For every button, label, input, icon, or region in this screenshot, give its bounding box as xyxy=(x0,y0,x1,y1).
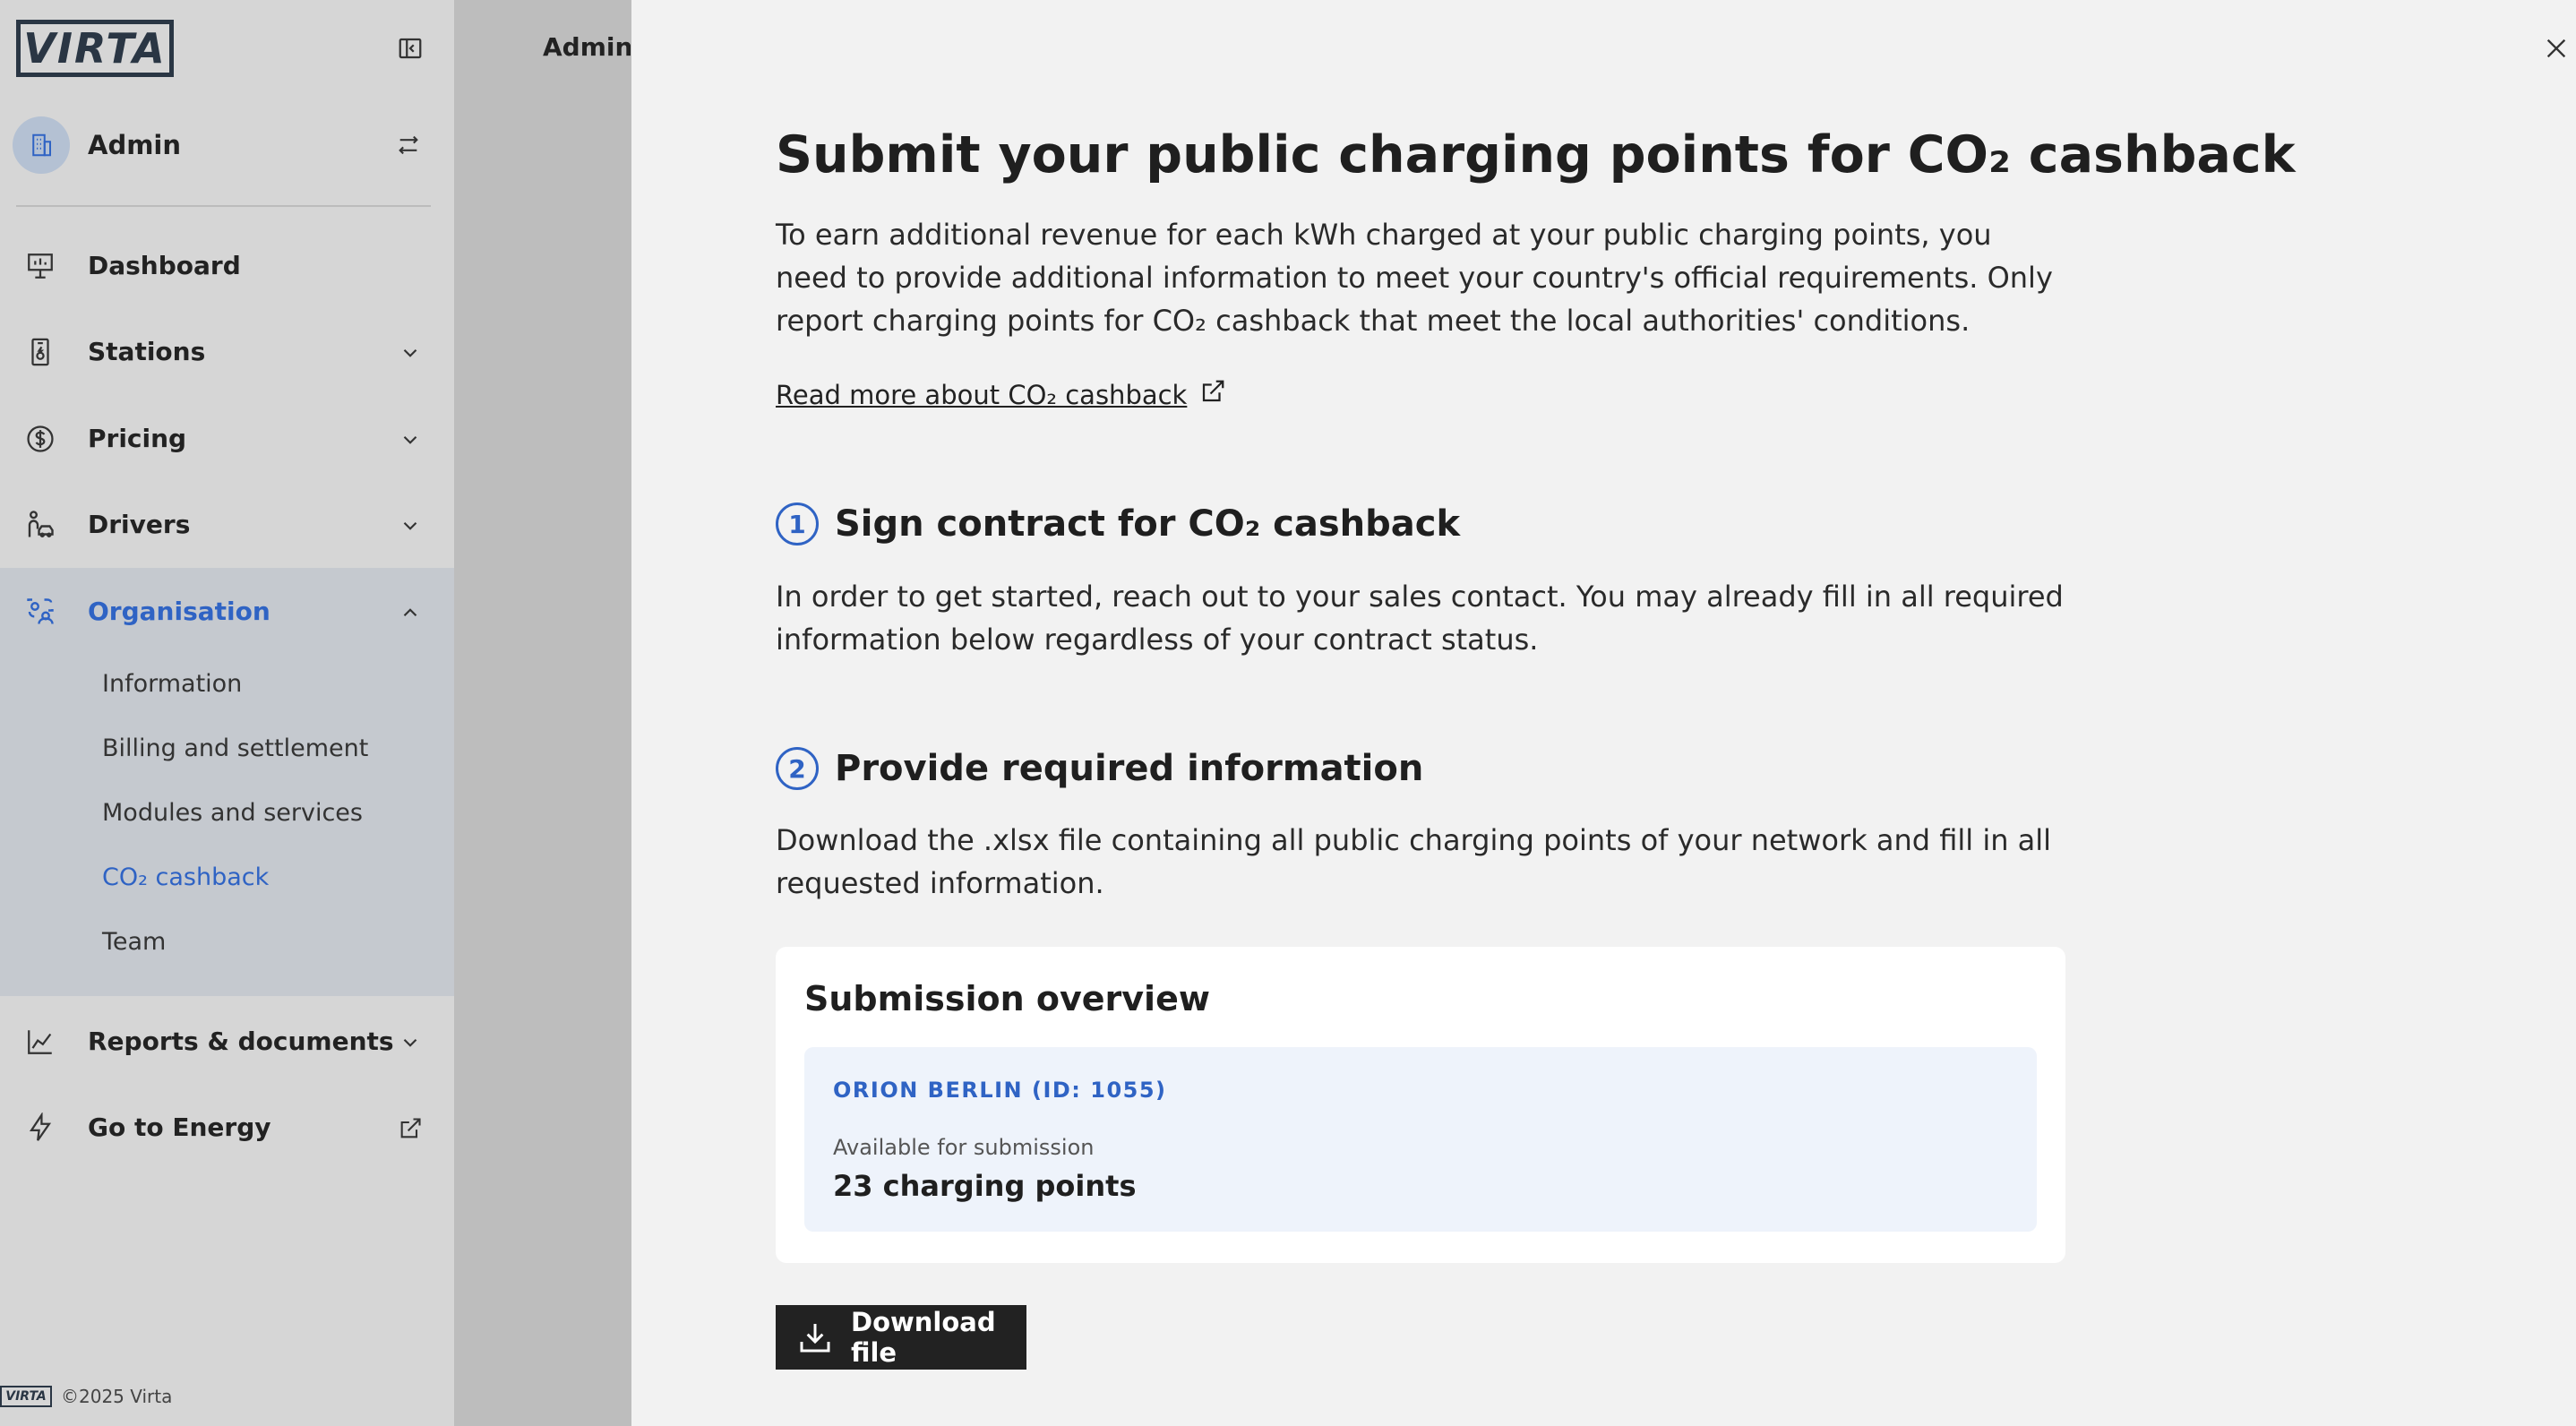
sidebar-item-label: Reports & documents xyxy=(88,1026,394,1056)
external-link-icon xyxy=(1199,378,1226,411)
driver-icon xyxy=(23,508,57,542)
download-icon xyxy=(797,1318,833,1357)
sidebar-item-stations[interactable]: Stations xyxy=(0,308,454,394)
lightning-icon xyxy=(23,1111,57,1145)
available-value: 23 charging points xyxy=(833,1169,1137,1203)
step-1-header: 1 Sign contract for CO₂ cashback xyxy=(776,503,1460,545)
sidebar-item-dashboard[interactable]: Dashboard xyxy=(0,222,454,308)
collapse-sidebar-icon[interactable] xyxy=(394,32,426,64)
sidebar-item-organisation[interactable]: Organisation xyxy=(0,568,454,654)
chevron-down-icon xyxy=(394,510,426,542)
site-summary: ORION BERLIN (ID: 1055) Available for su… xyxy=(804,1047,2037,1232)
organisation-name: Admin xyxy=(88,130,182,160)
step-1-text: In order to get started, reach out to yo… xyxy=(776,580,2064,657)
chart-icon xyxy=(23,1025,57,1059)
step-title: Provide required information xyxy=(835,748,1424,789)
download-button-label: Download file xyxy=(851,1307,996,1368)
external-link-icon xyxy=(394,1112,426,1145)
sidebar-item-label: Stations xyxy=(88,336,206,366)
sidebar-subitem-billing[interactable]: Billing and settlement xyxy=(102,734,368,762)
sidebar-item-pricing[interactable]: Pricing xyxy=(0,395,454,481)
sidebar-subitem-team[interactable]: Team xyxy=(102,928,166,956)
footer-logo: VIRTA xyxy=(0,1386,52,1407)
sidebar-item-label: Organisation xyxy=(88,596,270,626)
background-page-title: Admin ( xyxy=(543,32,631,62)
drawer-title: Submit your public charging points for C… xyxy=(776,125,2296,185)
read-more-link[interactable]: Read more about CO₂ cashback xyxy=(776,378,1226,411)
sidebar: VIRTA Admin Dashboard Stations Pricing D… xyxy=(0,0,454,1426)
sidebar-item-label: Drivers xyxy=(88,509,191,539)
step-title: Sign contract for CO₂ cashback xyxy=(835,503,1461,545)
sidebar-item-go-to-energy[interactable]: Go to Energy xyxy=(0,1084,454,1170)
chevron-down-icon xyxy=(394,1027,426,1059)
intro-text: To earn additional revenue for each kWh … xyxy=(776,218,2053,338)
virta-logo[interactable]: VIRTA xyxy=(16,20,174,77)
step-number: 1 xyxy=(776,503,819,545)
switch-arrows-icon[interactable] xyxy=(392,129,425,161)
available-label: Available for submission xyxy=(833,1135,1095,1160)
sidebar-subitem-co2-cashback[interactable]: CO₂ cashback xyxy=(102,863,269,891)
sidebar-footer: VIRTA ©2025 Virta xyxy=(0,1383,172,1410)
sidebar-divider xyxy=(16,205,431,207)
organisation-switcher[interactable]: Admin xyxy=(13,116,434,174)
step-2-text: Download the .xlsx file containing all p… xyxy=(776,823,2052,900)
sidebar-subitem-information[interactable]: Information xyxy=(102,670,242,698)
submission-overview-card: Submission overview ORION BERLIN (ID: 10… xyxy=(776,947,2065,1263)
submission-overview-title: Submission overview xyxy=(804,979,1210,1018)
chevron-down-icon xyxy=(394,424,426,456)
step-number: 2 xyxy=(776,747,819,790)
sidebar-subitem-modules[interactable]: Modules and services xyxy=(102,799,363,827)
organisation-icon xyxy=(23,595,57,629)
chevron-down-icon xyxy=(394,337,426,369)
sidebar-item-label: Pricing xyxy=(88,423,187,453)
step-2-header: 2 Provide required information xyxy=(776,747,1423,790)
building-avatar-icon xyxy=(13,116,70,174)
copyright-text: ©2025 Virta xyxy=(61,1386,173,1407)
dashboard-icon xyxy=(23,249,57,283)
sidebar-item-label: Dashboard xyxy=(88,250,241,280)
chevron-up-icon xyxy=(394,597,426,629)
close-icon[interactable] xyxy=(2538,30,2574,66)
sidebar-item-reports[interactable]: Reports & documents xyxy=(0,998,454,1084)
download-file-button[interactable]: Download file xyxy=(776,1305,1026,1370)
dollar-icon xyxy=(23,422,57,456)
station-icon xyxy=(23,335,57,369)
organisation-submenu: Organisation Information Billing and set… xyxy=(0,568,454,996)
site-name: ORION BERLIN (ID: 1055) xyxy=(833,1078,1167,1103)
sidebar-item-label: Go to Energy xyxy=(88,1112,271,1142)
sidebar-item-drivers[interactable]: Drivers xyxy=(0,481,454,567)
